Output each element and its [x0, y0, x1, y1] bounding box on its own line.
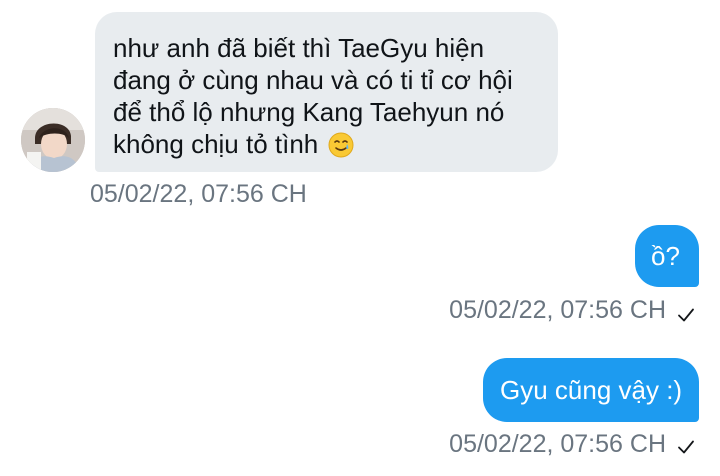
- message-line: đang ở cùng nhau và có ti tỉ cơ hội: [113, 65, 513, 95]
- message-line: để thổ lộ nhưng Kang Taehyun nó: [113, 97, 505, 127]
- sent-message-bubble[interactable]: ồ?: [635, 225, 699, 287]
- message-line: như anh đã biết thì TaeGyu hiện: [113, 33, 485, 63]
- message-timestamp: 05/02/22, 07:56 CH: [90, 180, 307, 208]
- smiling-face-with-tear-emoji-icon: [328, 132, 354, 158]
- message-timestamp: 05/02/22, 07:56 CH: [449, 430, 666, 458]
- sender-avatar[interactable]: [21, 108, 85, 172]
- message-line-with-emoji: không chịu tỏ tình: [113, 128, 540, 160]
- message-text: Gyu cũng vậy :): [500, 375, 683, 405]
- message-timestamp: 05/02/22, 07:56 CH: [449, 296, 666, 324]
- checkmark-icon: [678, 440, 694, 454]
- message-line: không chịu tỏ tình: [113, 129, 319, 159]
- checkmark-icon: [678, 308, 694, 322]
- received-message-bubble[interactable]: như anh đã biết thì TaeGyu hiện đang ở c…: [95, 12, 558, 172]
- sent-message-bubble[interactable]: Gyu cũng vậy :): [483, 358, 699, 422]
- message-text: ồ?: [651, 241, 680, 271]
